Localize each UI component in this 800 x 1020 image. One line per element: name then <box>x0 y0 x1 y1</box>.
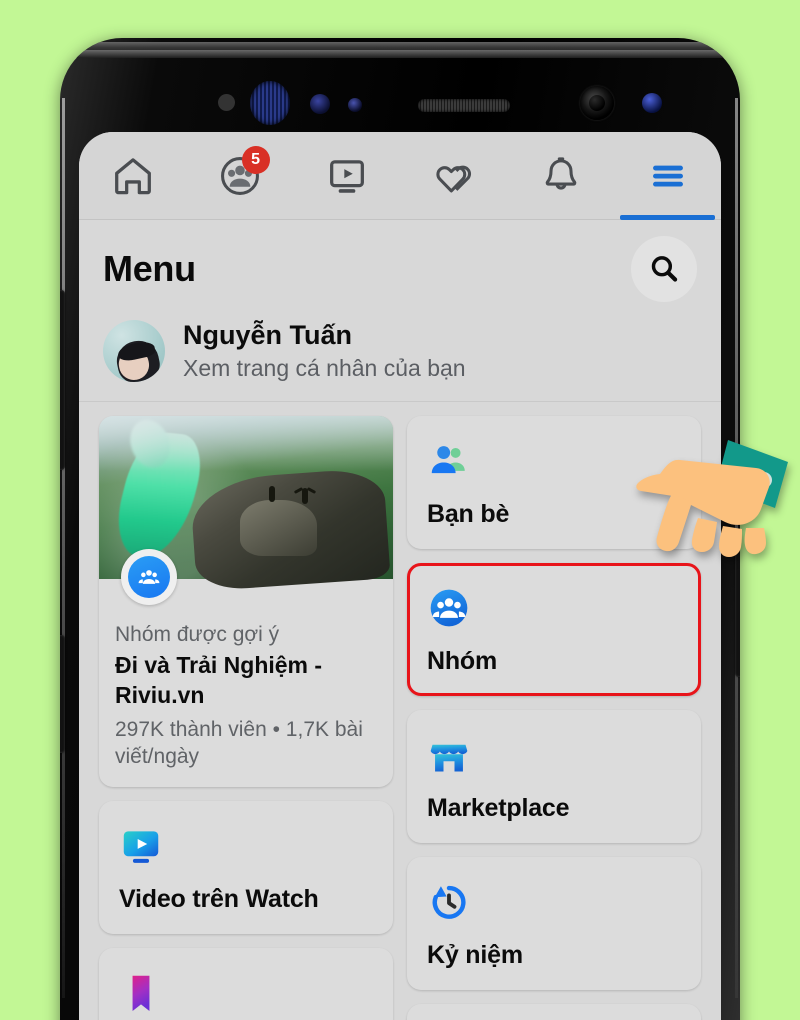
tab-menu[interactable] <box>614 132 721 220</box>
earpiece-speaker-icon <box>418 99 510 112</box>
friends-badge: 5 <box>241 146 270 174</box>
search-button[interactable] <box>631 236 697 302</box>
app-navbar: 5 <box>79 132 721 220</box>
memories-clock-icon <box>427 879 681 925</box>
group-kicker: Nhóm được gợi ý <box>115 622 280 646</box>
bell-icon <box>545 156 576 190</box>
suggested-group-card[interactable]: Nhóm được gợi ý Đi và Trải Nghiệm - Rivi… <box>99 415 393 788</box>
menu-header: Menu <box>79 220 721 310</box>
bixby-button[interactable] <box>60 635 65 753</box>
tab-friends[interactable]: 5 <box>186 132 293 219</box>
marketplace-icon <box>427 732 681 778</box>
saved-bookmark-icon <box>119 970 373 1016</box>
avatar <box>103 320 165 383</box>
tab-dating[interactable] <box>400 132 507 219</box>
search-icon <box>651 256 678 282</box>
group-cover-photo <box>99 415 393 605</box>
iris-scanner-icon <box>250 81 290 125</box>
tile-memories[interactable]: Kỷ niệm <box>407 856 701 990</box>
hearts-icon <box>435 165 471 192</box>
page-title: Menu <box>103 248 196 289</box>
profile-subtitle: Xem trang cá nhân của bạn <box>183 354 466 381</box>
video-icon <box>329 159 364 193</box>
tab-notifications[interactable] <box>507 132 614 219</box>
groups-icon <box>138 569 160 584</box>
groups-color-icon <box>427 585 681 631</box>
home-icon <box>114 157 151 194</box>
tile-video-watch[interactable]: Video trên Watch <box>99 801 393 935</box>
tile-marketplace[interactable]: Marketplace <box>407 709 701 843</box>
hamburger-icon <box>652 165 683 187</box>
profile-text: Nguyễn Tuấn Xem trang cá nhân của bạn <box>183 320 466 383</box>
status-led-icon <box>642 93 662 113</box>
tile-label: Nhóm <box>427 646 498 675</box>
front-camera-icon <box>580 86 614 120</box>
volume-button[interactable] <box>60 290 65 470</box>
tab-watch[interactable] <box>293 132 400 219</box>
proximity-sensor-icon <box>310 94 330 114</box>
profile-name: Nguyễn Tuấn <box>183 320 353 350</box>
tile-label: Kỷ niệm <box>427 940 523 969</box>
group-name: Đi và Trải Nghiệm - Riviu.vn <box>115 651 323 709</box>
ir-sensor-icon <box>348 98 362 112</box>
menu-grid-left-column: Nhóm được gợi ý Đi và Trải Nghiệm - Rivi… <box>99 415 393 1020</box>
sensor-strip <box>60 38 740 136</box>
tile-label: Video trên Watch <box>119 885 319 914</box>
frame-left-edge-highlight <box>62 98 65 998</box>
pointing-hand-cursor <box>636 440 788 557</box>
group-avatar-badge <box>121 548 177 605</box>
group-card-body: Nhóm được gợi ý Đi và Trải Nghiệm - Rivi… <box>99 579 393 787</box>
tab-home[interactable] <box>79 132 186 219</box>
light-sensor-icon <box>218 94 235 111</box>
profile-row[interactable]: Nguyễn Tuấn Xem trang cá nhân của bạn <box>79 310 721 402</box>
tile-label: Marketplace <box>427 793 570 822</box>
tile-pages[interactable] <box>407 1003 701 1020</box>
group-meta: 297K thành viên • 1,7K bài viết/ngày <box>115 717 363 769</box>
watch-video-icon <box>119 823 373 869</box>
tile-saved[interactable] <box>99 948 393 1020</box>
